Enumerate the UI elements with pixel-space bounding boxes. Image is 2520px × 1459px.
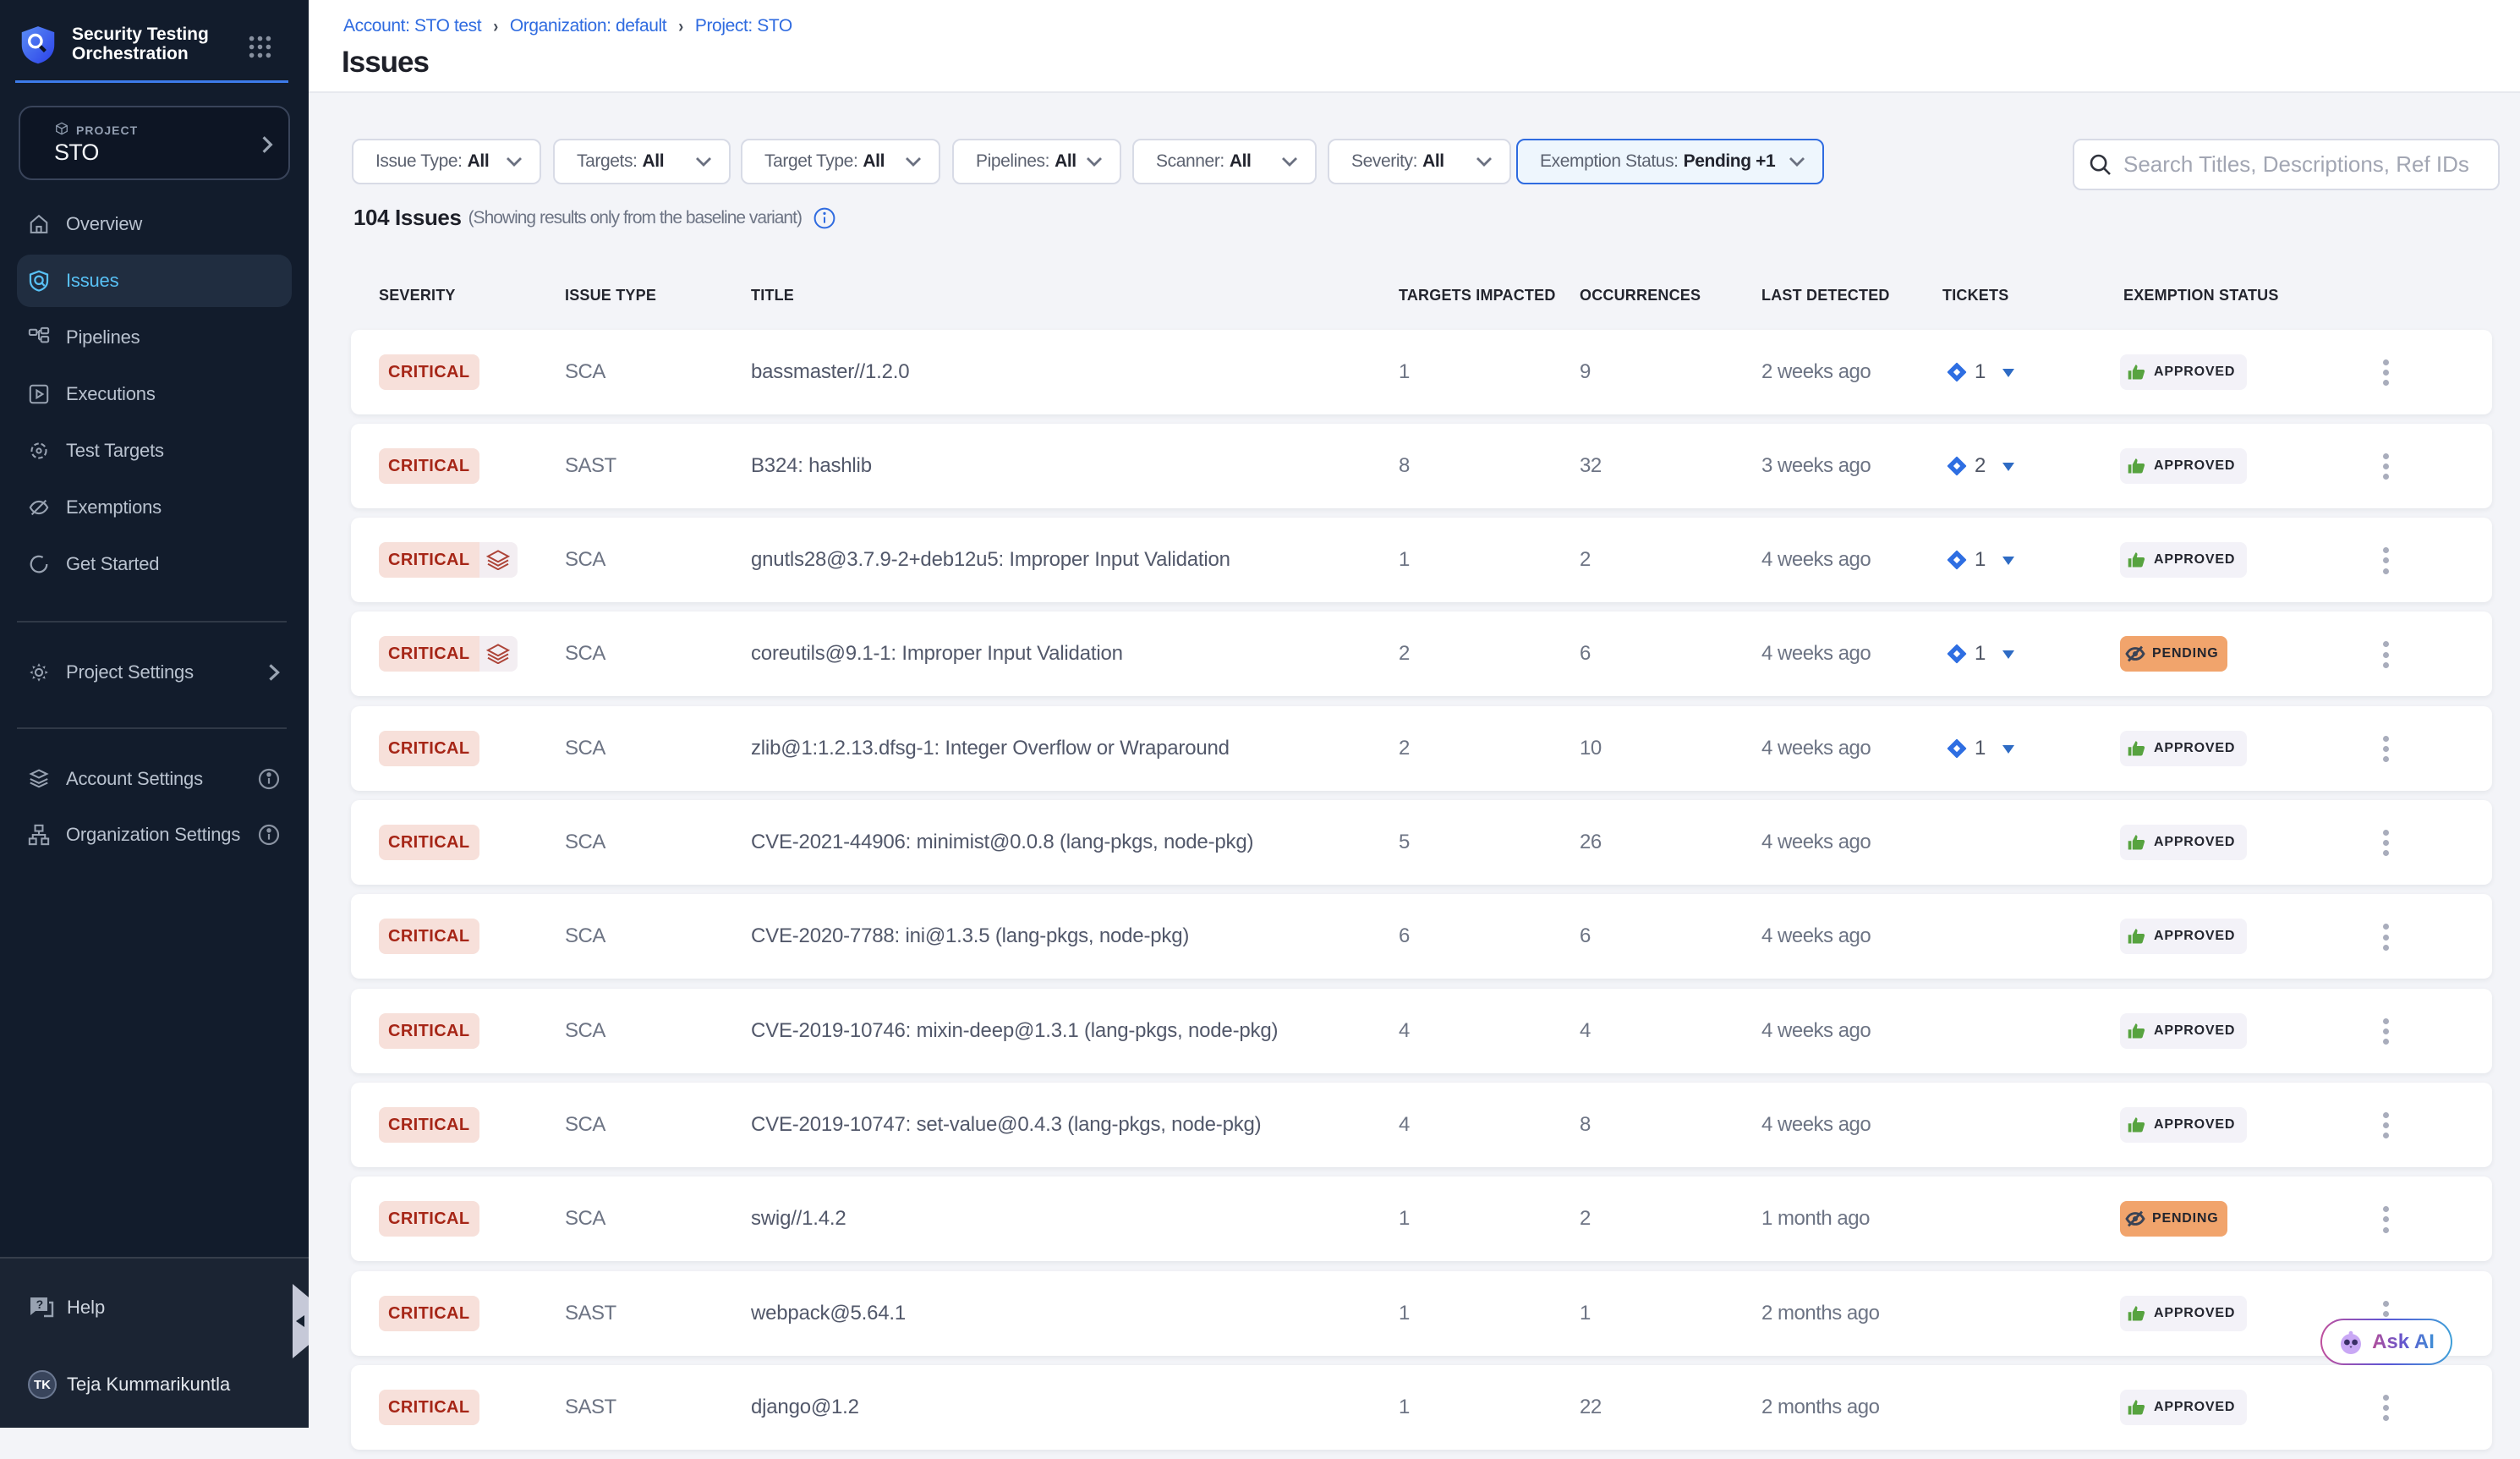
svg-text:?: ?	[36, 1297, 44, 1311]
